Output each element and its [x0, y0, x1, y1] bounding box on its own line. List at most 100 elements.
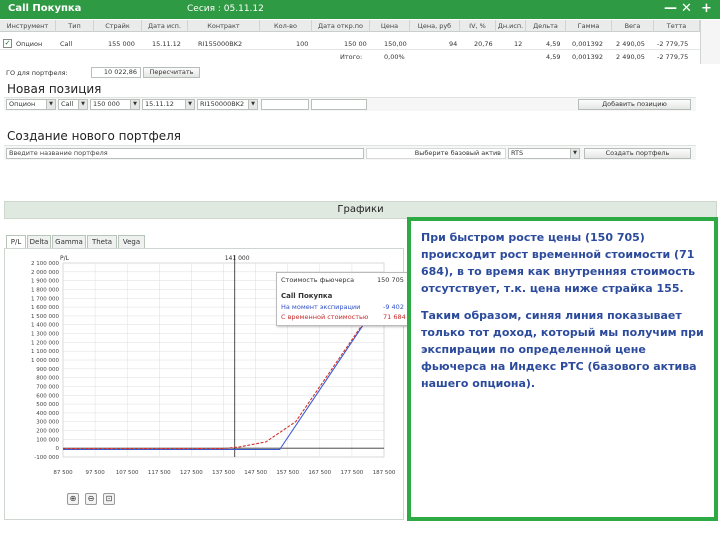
- y-tick-label: 1 700 000: [31, 296, 59, 302]
- session-label: Сесия : 05.11.12: [187, 4, 264, 14]
- tab-pl[interactable]: P/L: [6, 235, 26, 248]
- table-row[interactable]: ✓ Опцион Call 155 000 15.11.12 RI155000B…: [0, 38, 700, 50]
- col-strike: Страйк: [94, 20, 142, 32]
- chevron-down-icon: ▼: [130, 100, 139, 109]
- col-vega: Вега: [612, 20, 654, 32]
- new-position-title: Новая позиция: [7, 82, 102, 96]
- add-icon[interactable]: +: [701, 1, 712, 17]
- cell-price-rub: 94: [449, 40, 458, 48]
- type-select[interactable]: Опцион ▼: [6, 99, 56, 110]
- new-portfolio-title: Создание нового портфеля: [7, 129, 181, 143]
- tooltip-line2-label: На момент экспирации: [281, 303, 361, 311]
- col-delta: Дельта: [526, 20, 566, 32]
- y-tick-label: -100 000: [34, 455, 59, 461]
- y-tick-label: 1 000 000: [31, 358, 59, 364]
- kind-select[interactable]: Call ▼: [58, 99, 88, 110]
- zoom-in-icon: ⊕: [69, 494, 77, 503]
- close-icon[interactable]: ✕: [681, 1, 692, 17]
- recalculate-button[interactable]: Пересчитать: [143, 67, 200, 78]
- tooltip-line3-label: С временной стоимостью: [281, 313, 369, 321]
- cell-iv: 20,76: [474, 40, 493, 48]
- tab-delta[interactable]: Delta: [27, 235, 51, 248]
- chevron-down-icon: ▼: [46, 100, 55, 109]
- minimize-icon[interactable]: —: [664, 1, 677, 17]
- col-price-rub: Цена, руб: [410, 20, 460, 32]
- x-tick-label: 167 500: [308, 470, 331, 476]
- y-tick-label: 1 400 000: [31, 323, 59, 329]
- x-tick-label: 117 500: [148, 470, 171, 476]
- cell-vega: 2 490,05: [616, 40, 645, 48]
- cell-qty: 100: [296, 40, 309, 48]
- totals-label: Итого:: [340, 53, 363, 61]
- table-scrollbar[interactable]: [700, 20, 720, 64]
- y-tick-label: 400 000: [36, 411, 59, 417]
- zoom-in-button[interactable]: ⊕: [67, 493, 79, 505]
- qty-field[interactable]: [261, 99, 309, 110]
- totals-value: 0,00%: [384, 53, 405, 61]
- col-contract: Контракт: [188, 20, 260, 32]
- y-tick-label: 200 000: [36, 429, 59, 435]
- y-tick-label: 1 600 000: [31, 305, 59, 311]
- y-tick-label: 2 100 000: [31, 261, 59, 267]
- explanation-box: При быстром росте цены (150 705) происхо…: [407, 217, 718, 521]
- y-tick-label: 1 900 000: [31, 279, 59, 285]
- cell-type: Call: [60, 40, 73, 48]
- strike-select[interactable]: 150 000 ▼: [90, 99, 140, 110]
- portfolio-name-input[interactable]: Введите название портфеля: [6, 148, 364, 159]
- totals-theta: -2 779,75: [657, 53, 689, 61]
- col-expiry: Дата исп.: [142, 20, 188, 32]
- expiry-select[interactable]: 15.11.12 ▼: [142, 99, 195, 110]
- window-title: Call Покупка: [8, 3, 82, 14]
- row-checkbox[interactable]: ✓: [3, 39, 12, 48]
- y-tick-label: 300 000: [36, 420, 59, 426]
- col-days: Дн.исп.: [496, 20, 526, 32]
- series-label: P/L: [60, 255, 70, 262]
- explanation-paragraph-1: При быстром росте цены (150 705) происхо…: [421, 231, 696, 295]
- totals-delta: 4,59: [546, 53, 561, 61]
- create-portfolio-button[interactable]: Создать портфель: [584, 148, 691, 159]
- tab-theta[interactable]: Theta: [87, 235, 117, 248]
- cell-days: 12: [514, 40, 523, 48]
- chevron-down-icon: ▼: [185, 100, 194, 109]
- cell-theta: -2 779,75: [657, 40, 689, 48]
- y-tick-label: 1 500 000: [31, 314, 59, 320]
- cell-gamma: 0,001392: [572, 40, 604, 48]
- tooltip-line1-label: Стоимость фьючерса: [281, 276, 355, 284]
- cell-strike: 155 000: [108, 40, 135, 48]
- zoom-out-icon: ⊖: [87, 494, 95, 503]
- base-asset-select[interactable]: RTS ▼: [508, 148, 580, 159]
- tab-vega[interactable]: Vega: [118, 235, 145, 248]
- contract-select[interactable]: RI150000BK2 ▼: [197, 99, 258, 110]
- go-value-field[interactable]: 10 022,86: [91, 67, 141, 78]
- cell-delta: 4,59: [546, 40, 561, 48]
- col-instrument: Инструмент: [0, 20, 56, 32]
- x-tick-label: 97 500: [85, 470, 105, 476]
- y-tick-label: 0: [56, 446, 60, 452]
- y-tick-label: 2 000 000: [31, 270, 59, 276]
- chevron-down-icon: ▼: [570, 149, 579, 158]
- x-tick-label: 87 500: [53, 470, 73, 476]
- price-field[interactable]: [311, 99, 367, 110]
- y-tick-label: 500 000: [36, 402, 59, 408]
- col-iv: IV, %: [460, 20, 496, 32]
- x-tick-label: 157 500: [276, 470, 299, 476]
- totals-vega: 2 490,05: [616, 53, 645, 61]
- x-tick-label: 127 500: [180, 470, 203, 476]
- y-tick-label: 100 000: [36, 437, 59, 443]
- position-table-header: Инструмент Тип Страйк Дата исп. Контракт…: [0, 20, 700, 32]
- chart-tooltip: Стоимость фьючерса 150 705 Call Покупка …: [276, 272, 408, 326]
- tab-gamma[interactable]: Gamma: [52, 235, 86, 248]
- y-tick-label: 700 000: [36, 384, 59, 390]
- zoom-reset-button[interactable]: ⊡: [103, 493, 115, 505]
- add-position-button[interactable]: Добавить позицию: [578, 99, 691, 110]
- zoom-out-button[interactable]: ⊖: [85, 493, 97, 505]
- tooltip-line2-value: -9 402: [383, 303, 404, 311]
- cell-instrument: Опцион: [16, 40, 43, 48]
- explanation-paragraph-2: Таким образом, синяя линия показывает то…: [421, 309, 704, 390]
- totals-gamma: 0,001392: [572, 53, 604, 61]
- chevron-down-icon: ▼: [78, 100, 87, 109]
- y-tick-label: 800 000: [36, 376, 59, 382]
- x-tick-label: 187 500: [373, 470, 396, 476]
- cell-open-price: 150 00: [344, 40, 367, 48]
- x-tick-label: 107 500: [116, 470, 139, 476]
